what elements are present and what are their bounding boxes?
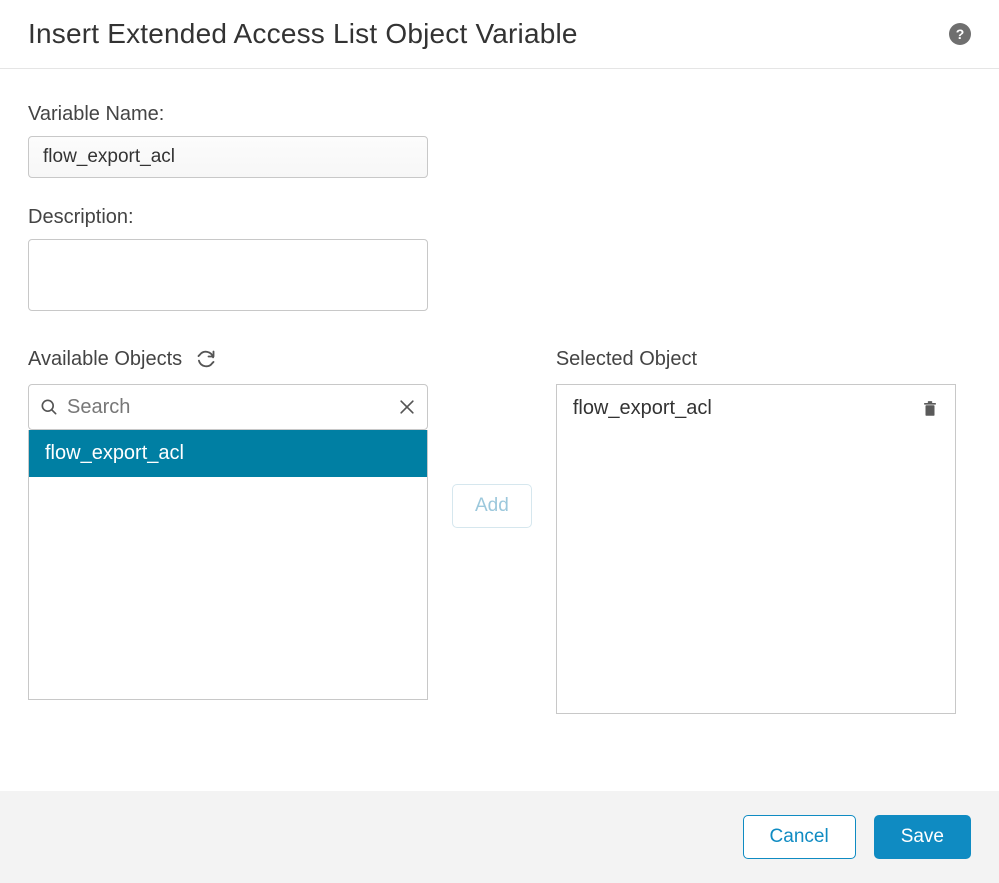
selected-object-title: Selected Object (556, 348, 697, 371)
variable-name-field: Variable Name: (28, 103, 971, 178)
search-input[interactable] (59, 396, 397, 419)
variable-name-input[interactable] (28, 136, 428, 178)
search-icon (39, 397, 59, 417)
variable-name-label: Variable Name: (28, 103, 971, 126)
clear-search-icon[interactable] (397, 397, 417, 417)
dialog-title: Insert Extended Access List Object Varia… (28, 18, 578, 50)
selected-object-column: Selected Object flow_export_acl (556, 344, 956, 714)
search-wrap (28, 384, 428, 430)
dialog-content: Variable Name: Description: Available Ob… (0, 69, 999, 734)
description-label: Description: (28, 206, 971, 229)
help-icon[interactable]: ? (949, 23, 971, 45)
list-item: flow_export_acl (557, 385, 955, 432)
available-objects-title: Available Objects (28, 348, 182, 371)
add-button[interactable]: Add (452, 484, 532, 528)
dialog-footer: Cancel Save (0, 791, 999, 883)
available-objects-list[interactable]: flow_export_acl (28, 430, 428, 700)
transfer-buttons-column: Add (452, 344, 532, 528)
list-item[interactable]: flow_export_acl (29, 430, 427, 477)
dialog-header: Insert Extended Access List Object Varia… (0, 0, 999, 69)
selected-object-list[interactable]: flow_export_acl (556, 384, 956, 714)
selected-section-header: Selected Object (556, 344, 956, 374)
refresh-icon[interactable] (196, 349, 216, 369)
objects-row: Available Objects (28, 344, 971, 714)
save-button[interactable]: Save (874, 815, 971, 859)
available-objects-column: Available Objects (28, 344, 428, 700)
description-input[interactable] (28, 239, 428, 311)
list-item-label: flow_export_acl (573, 397, 712, 420)
list-item-label: flow_export_acl (45, 442, 184, 465)
cancel-button[interactable]: Cancel (743, 815, 856, 859)
trash-icon[interactable] (921, 399, 939, 419)
description-field: Description: (28, 206, 971, 316)
available-section-header: Available Objects (28, 344, 428, 374)
